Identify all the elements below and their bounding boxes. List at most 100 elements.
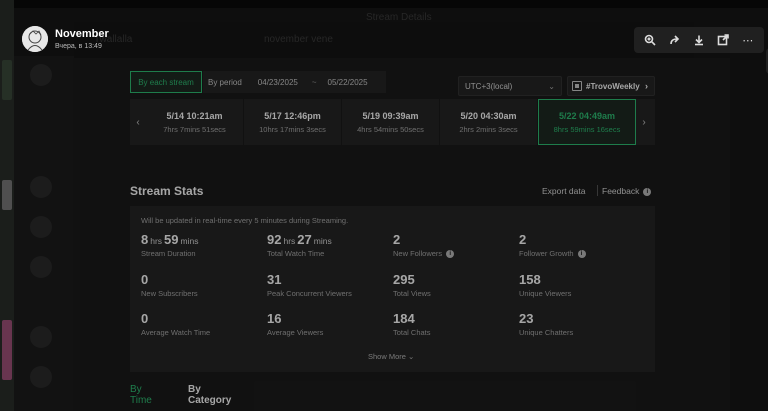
stream-card[interactable]: 5/17 12:46pm 10hrs 17mins 3secs bbox=[244, 99, 342, 145]
stream-card[interactable]: 5/19 09:39am 4hrs 54mins 50secs bbox=[342, 99, 440, 145]
stat-unique-viewers: 158 Unique Viewers bbox=[519, 272, 571, 298]
prev-streams-button[interactable]: ‹ bbox=[130, 99, 146, 145]
stream-start: 5/19 09:39am bbox=[362, 110, 419, 121]
stat-value: 2 bbox=[393, 232, 401, 247]
stat-follower-growth: 2 Follower Growth i bbox=[519, 232, 586, 259]
by-period-range[interactable]: By period 04/23/2025 ~ 05/22/2025 bbox=[203, 71, 386, 93]
info-icon[interactable]: i bbox=[643, 187, 652, 196]
stat-value: 59 bbox=[164, 232, 179, 247]
stream-start: 5/22 04:49am bbox=[558, 110, 616, 121]
stat-unit: mins bbox=[180, 236, 199, 246]
stream-start: 5/14 10:21am bbox=[166, 110, 223, 121]
stat-total-chats: 184 Total Chats bbox=[393, 311, 431, 337]
stat-stream-duration: 8 hrs 59 mins Stream Duration bbox=[141, 232, 200, 258]
stat-new-subscribers: 0 New Subscribers bbox=[141, 272, 198, 298]
stat-value: 16 bbox=[267, 311, 282, 326]
stat-value: 8 bbox=[141, 232, 149, 247]
message-timestamp: Вчера, в 13:49 bbox=[55, 43, 102, 50]
stat-value: 92 bbox=[267, 232, 282, 247]
stat-peak-concurrent-viewers: 31 Peak Concurrent Viewers bbox=[267, 272, 352, 298]
open-external-icon[interactable] bbox=[714, 31, 732, 49]
stat-value: 0 bbox=[141, 311, 149, 326]
by-period-label: By period bbox=[208, 77, 242, 87]
stat-value: 0 bbox=[141, 272, 149, 287]
info-icon[interactable]: i bbox=[577, 250, 586, 259]
trovo-weekly-label: #TrovoWeekly bbox=[586, 81, 640, 91]
stat-unit: hrs bbox=[150, 236, 163, 246]
stat-label: Average Viewers bbox=[267, 328, 324, 337]
background-sidebar bbox=[14, 56, 74, 411]
more-options-icon[interactable]: ⋯ bbox=[739, 31, 757, 49]
stats-box: Will be updated in real-time every 5 min… bbox=[130, 206, 655, 372]
viewer-toolbar: ⋯ bbox=[634, 27, 764, 53]
stat-average-viewers: 16 Average Viewers bbox=[267, 311, 323, 337]
by-each-stream-tab[interactable]: By each stream bbox=[130, 71, 202, 93]
stat-unit: mins bbox=[313, 236, 332, 246]
timezone-select[interactable]: UTC+3(local) ⌄ bbox=[458, 76, 562, 96]
share-icon[interactable] bbox=[666, 31, 684, 49]
stat-label: Stream Duration bbox=[141, 249, 196, 258]
mode-segment: By each stream By period 04/23/2025 ~ 05… bbox=[130, 71, 386, 93]
show-more-button[interactable]: Show More ⌄ bbox=[368, 352, 414, 361]
stream-selector: ‹ 5/14 10:21am 7hrs 7mins 51secs 5/17 12… bbox=[130, 99, 655, 145]
tab-by-category[interactable]: By Category bbox=[188, 384, 231, 406]
stream-card[interactable]: 5/14 10:21am 7hrs 7mins 51secs bbox=[146, 99, 244, 145]
stream-duration: 10hrs 17mins 3secs bbox=[259, 124, 326, 134]
avatar[interactable] bbox=[22, 26, 48, 52]
trovo-weekly-button[interactable]: #TrovoWeekly › bbox=[567, 76, 655, 96]
stat-label: Total Chats bbox=[393, 328, 431, 337]
stat-average-watch-time: 0 Average Watch Time bbox=[141, 311, 210, 337]
stat-label: Unique Chatters bbox=[519, 328, 574, 337]
stream-duration: 8hrs 59mins 16secs bbox=[553, 124, 621, 134]
stat-label: Peak Concurrent Viewers bbox=[267, 289, 352, 298]
info-icon[interactable]: i bbox=[446, 250, 455, 259]
stat-new-followers: 2 New Followers i bbox=[393, 232, 455, 259]
zoom-icon[interactable] bbox=[641, 31, 659, 49]
export-data-link[interactable]: Export data bbox=[542, 186, 585, 196]
end-date[interactable]: 05/22/2025 bbox=[328, 78, 368, 87]
range-dash: ~ bbox=[311, 77, 317, 87]
stream-duration: 4hrs 54mins 50secs bbox=[357, 124, 424, 134]
stat-value: 27 bbox=[297, 232, 312, 247]
stat-label: Unique Viewers bbox=[519, 289, 572, 298]
stat-label: Follower Growth bbox=[519, 249, 574, 258]
realtime-notice: Will be updated in real-time every 5 min… bbox=[141, 216, 349, 225]
stat-unique-chatters: 23 Unique Chatters bbox=[519, 311, 573, 337]
stat-value: 184 bbox=[393, 311, 415, 326]
stat-total-views: 295 Total Views bbox=[393, 272, 431, 298]
stream-stats-title: Stream Stats bbox=[130, 184, 204, 198]
stream-duration: 2hrs 2mins 3secs bbox=[459, 124, 518, 134]
stream-details-panel: By each stream By period 04/23/2025 ~ 05… bbox=[73, 58, 730, 411]
left-strip bbox=[0, 0, 14, 411]
stream-duration: 7hrs 7mins 51secs bbox=[163, 124, 226, 134]
show-more-label: Show More bbox=[368, 352, 406, 361]
download-icon[interactable] bbox=[690, 31, 708, 49]
stat-value: 23 bbox=[519, 311, 534, 326]
stat-label: Total Watch Time bbox=[267, 249, 325, 258]
stream-start: 5/17 12:46pm bbox=[264, 110, 321, 121]
stat-total-watch-time: 92 hrs 27 mins Total Watch Time bbox=[267, 232, 334, 258]
stat-value: 2 bbox=[519, 232, 527, 247]
stat-value: 158 bbox=[519, 272, 541, 287]
avatar-image bbox=[22, 26, 48, 52]
stat-value: 295 bbox=[393, 272, 415, 287]
stat-label: New Followers bbox=[393, 249, 443, 258]
start-date[interactable]: 04/23/2025 bbox=[258, 78, 298, 87]
stream-start: 5/20 04:30am bbox=[460, 110, 517, 121]
tab-by-time[interactable]: By Time bbox=[130, 384, 152, 406]
stat-label: Total Views bbox=[393, 289, 431, 298]
chevron-right-icon: › bbox=[645, 81, 648, 91]
next-streams-button[interactable]: › bbox=[636, 99, 652, 145]
stat-value: 31 bbox=[267, 272, 282, 287]
stat-label: Average Watch Time bbox=[141, 328, 211, 337]
tag-icon bbox=[572, 81, 582, 91]
chevron-down-icon: ⌄ bbox=[408, 352, 415, 361]
stream-card[interactable]: 5/20 04:30am 2hrs 2mins 3secs bbox=[440, 99, 538, 145]
chevron-down-icon: ⌄ bbox=[548, 82, 555, 91]
divider bbox=[597, 185, 598, 196]
feedback-label: Feedback bbox=[602, 186, 640, 196]
stat-label: New Subscribers bbox=[141, 289, 198, 298]
feedback-link[interactable]: Feedback i bbox=[602, 186, 652, 196]
user-name[interactable]: November bbox=[55, 28, 109, 40]
stream-card-selected[interactable]: 5/22 04:49am 8hrs 59mins 16secs bbox=[538, 99, 636, 145]
